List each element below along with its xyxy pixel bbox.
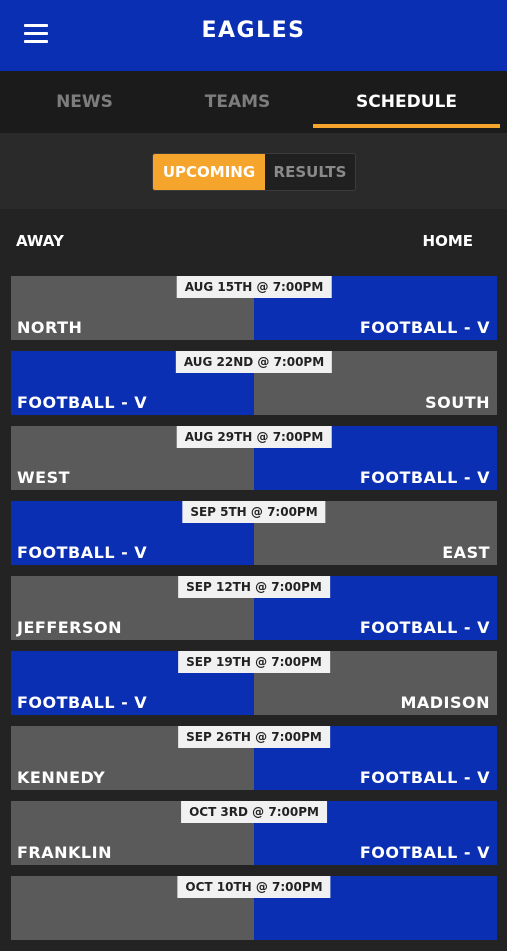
upcoming-button[interactable]: UPCOMING [153, 154, 265, 190]
schedule-filter-area: UPCOMING RESULTS [0, 133, 507, 209]
game-row[interactable]: WEST FOOTBALL - V AUG 29TH @ 7:00PM [11, 426, 497, 490]
game-row[interactable]: NORTH FOOTBALL - V AUG 15TH @ 7:00PM [11, 276, 497, 340]
app-title: EAGLES [201, 18, 306, 43]
game-row[interactable]: FOOTBALL - V SOUTH AUG 22ND @ 7:00PM [11, 351, 497, 415]
game-date-badge: AUG 29TH @ 7:00PM [176, 426, 332, 448]
home-team-name: FOOTBALL - V [359, 468, 490, 487]
app-header: EAGLES [0, 0, 507, 71]
away-team-name: FOOTBALL - V [17, 393, 148, 412]
game-date-badge: SEP 26TH @ 7:00PM [178, 726, 330, 748]
game-date-badge: AUG 15TH @ 7:00PM [176, 276, 332, 298]
away-team-name: JEFFERSON [17, 618, 123, 637]
home-team-name: EAST [442, 543, 490, 562]
away-team-name: KENNEDY [17, 768, 106, 787]
home-team-name: FOOTBALL - V [359, 618, 490, 637]
game-row[interactable]: KENNEDY FOOTBALL - V SEP 26TH @ 7:00PM [11, 726, 497, 790]
tab-teams[interactable]: TEAMS [153, 71, 322, 133]
schedule-filter-toggle: UPCOMING RESULTS [152, 153, 356, 191]
game-row[interactable]: OCT 10TH @ 7:00PM [11, 876, 497, 940]
game-date-badge: SEP 19TH @ 7:00PM [178, 651, 330, 673]
game-row[interactable]: FOOTBALL - V MADISON SEP 19TH @ 7:00PM [11, 651, 497, 715]
results-button[interactable]: RESULTS [265, 154, 355, 190]
away-column-header: AWAY [16, 232, 64, 250]
game-date-badge: OCT 10TH @ 7:00PM [177, 876, 331, 898]
game-row[interactable]: FRANKLIN FOOTBALL - V OCT 3RD @ 7:00PM [11, 801, 497, 865]
away-team-name: FRANKLIN [17, 843, 112, 862]
away-team-name: NORTH [17, 318, 83, 337]
away-team-name: FOOTBALL - V [17, 543, 148, 562]
game-row[interactable]: FOOTBALL - V EAST SEP 5TH @ 7:00PM [11, 501, 497, 565]
game-date-badge: AUG 22ND @ 7:00PM [175, 351, 333, 373]
game-row[interactable]: JEFFERSON FOOTBALL - V SEP 12TH @ 7:00PM [11, 576, 497, 640]
home-team-name: FOOTBALL - V [359, 768, 490, 787]
away-team-name: FOOTBALL - V [17, 693, 148, 712]
home-team-name: FOOTBALL - V [359, 318, 490, 337]
home-team-name: MADISON [400, 693, 490, 712]
game-date-badge: SEP 5TH @ 7:00PM [182, 501, 326, 523]
home-column-header: HOME [422, 232, 473, 250]
game-list: NORTH FOOTBALL - V AUG 15TH @ 7:00PM FOOTBA… [11, 276, 497, 951]
tab-news[interactable]: NEWS [0, 71, 169, 133]
home-team-name: FOOTBALL - V [359, 843, 490, 862]
home-team-name: SOUTH [425, 393, 490, 412]
game-date-badge: SEP 12TH @ 7:00PM [178, 576, 330, 598]
game-date-badge: OCT 3RD @ 7:00PM [181, 801, 327, 823]
active-tab-indicator [313, 124, 500, 128]
away-team-name: WEST [17, 468, 71, 487]
